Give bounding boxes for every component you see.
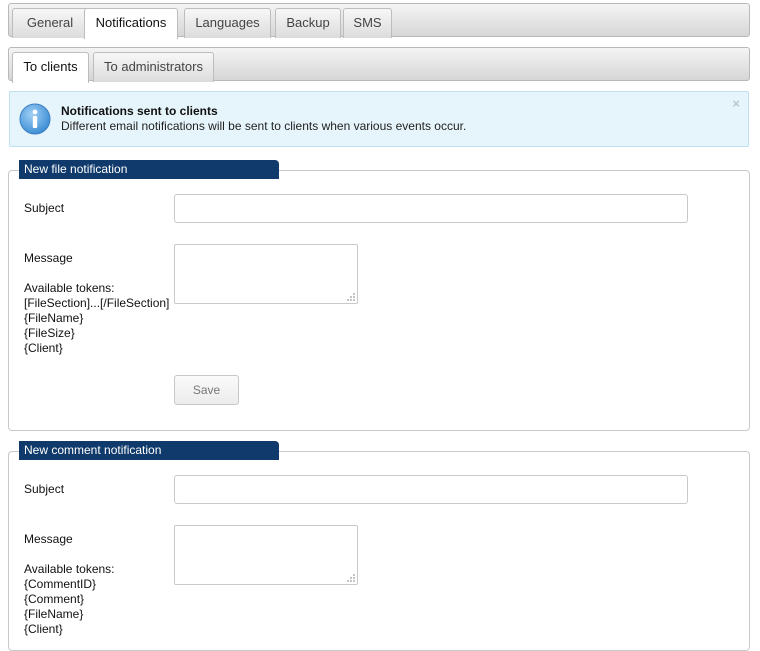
subject-label: Subject — [24, 482, 65, 496]
info-icon — [19, 103, 51, 135]
alert-title: Notifications sent to clients — [61, 104, 218, 118]
resize-grip-icon[interactable] — [345, 291, 356, 302]
token-item: {FileName} — [24, 311, 84, 325]
token-item: {FileSize} — [24, 326, 75, 340]
tab-languages[interactable]: Languages — [184, 8, 271, 38]
section-legend-new-file: New file notification — [19, 160, 279, 179]
message-label: Message — [24, 532, 73, 546]
message-textarea[interactable] — [174, 525, 358, 585]
token-item: {Client} — [24, 622, 63, 636]
token-item: {CommentID} — [24, 577, 97, 591]
main-tab-bar: General Notifications Languages Backup S… — [8, 3, 750, 39]
tab-general[interactable]: General — [12, 8, 88, 38]
tab-sms[interactable]: SMS — [343, 8, 392, 38]
tab-notifications[interactable]: Notifications — [84, 8, 178, 39]
token-item: [FileSection]...[/FileSection] — [24, 296, 170, 310]
resize-grip-icon[interactable] — [345, 572, 356, 583]
subject-input[interactable] — [174, 194, 688, 223]
close-icon[interactable]: × — [732, 96, 740, 112]
tab-to-clients[interactable]: To clients — [12, 52, 89, 83]
section-legend-new-comment: New comment notification — [19, 441, 279, 460]
message-textarea[interactable] — [174, 244, 358, 304]
token-item: {Comment} — [24, 592, 85, 606]
sub-tab-bar: To clients To administrators — [8, 47, 750, 83]
info-alert: Notifications sent to clients Different … — [9, 91, 749, 147]
tokens-label: Available tokens: — [24, 562, 115, 576]
subject-label: Subject — [24, 201, 65, 215]
subject-input[interactable] — [174, 475, 688, 504]
token-item: {Client} — [24, 341, 63, 355]
tab-to-administrators[interactable]: To administrators — [93, 52, 214, 82]
message-label: Message — [24, 251, 73, 265]
alert-text: Different email notifications will be se… — [61, 119, 467, 133]
token-item: {FileName} — [24, 607, 84, 621]
tab-backup[interactable]: Backup — [275, 8, 341, 38]
save-button[interactable]: Save — [174, 375, 239, 405]
tokens-label: Available tokens: — [24, 281, 115, 295]
